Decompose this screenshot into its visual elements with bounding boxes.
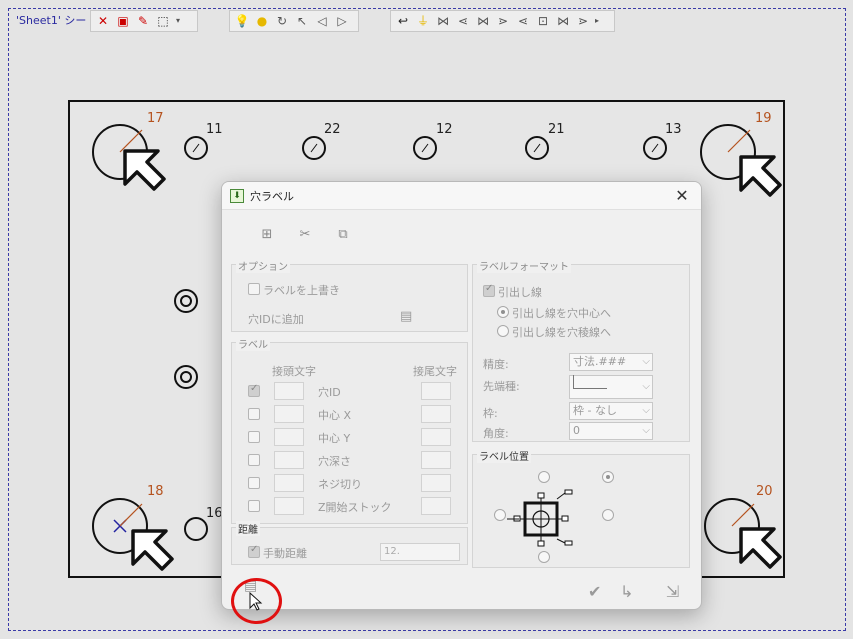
- row-hole-id-suffix[interactable]: [421, 382, 451, 400]
- dialog-title: 穴ラベル: [250, 189, 294, 203]
- row-center-y-suffix[interactable]: [421, 428, 451, 446]
- row-depth-label: 穴深さ: [318, 455, 351, 468]
- distance-input[interactable]: 12.: [380, 543, 460, 561]
- position-bottom-radio[interactable]: [538, 551, 550, 563]
- arrow-cursor-icon: [123, 149, 166, 191]
- exit-icon[interactable]: ⇲: [666, 582, 679, 601]
- row-hole-id-prefix[interactable]: [274, 382, 304, 400]
- row-thread-suffix[interactable]: [421, 474, 451, 492]
- leader-label: 引出し線: [498, 286, 542, 299]
- add-id-label: 穴IDに追加: [248, 313, 304, 326]
- ok-check-icon[interactable]: ✔: [588, 582, 601, 601]
- row-center-y-prefix[interactable]: [274, 428, 304, 446]
- options-group: オプション ラベルを上書き 穴IDに追加 ▤: [231, 258, 468, 332]
- precision-label: 精度:: [483, 358, 509, 371]
- options-title: オプション: [236, 258, 290, 273]
- frame-value: 枠 - なし: [573, 404, 617, 417]
- manual-distance-label: 手動距離: [263, 547, 307, 560]
- row-center-y-label: 中心 Y: [318, 432, 351, 445]
- label-group-title: ラベル: [236, 336, 270, 351]
- chevron-down-icon: ⌵: [642, 405, 650, 416]
- leader-edge-label: 引出し線を穴稜線へ: [512, 326, 611, 339]
- row-center-y-checkbox[interactable]: [248, 431, 260, 443]
- leader-center-label: 引出し線を穴中心へ: [512, 307, 611, 320]
- apply-icon[interactable]: ↳: [620, 582, 633, 601]
- row-zstock-suffix[interactable]: [421, 497, 451, 515]
- row-depth-suffix[interactable]: [421, 451, 451, 469]
- precision-value: 寸法.###: [573, 355, 627, 368]
- row-center-x-checkbox[interactable]: [248, 408, 260, 420]
- copy-icon[interactable]: ⧉: [334, 226, 352, 244]
- angle-label: 角度:: [483, 427, 509, 440]
- row-depth-prefix[interactable]: [274, 451, 304, 469]
- dialog-toolbar: ⊞ ✂ ⧉: [258, 226, 352, 244]
- label-group: ラベル 接頭文字 接尾文字 穴ID 中心 X 中心 Y 穴深さ ネジ切り: [231, 336, 468, 524]
- arrow-type-label: 先端種:: [483, 380, 520, 393]
- frame-select[interactable]: 枠 - なし ⌵: [569, 402, 653, 420]
- arrow-type-select[interactable]: ⌵: [569, 375, 653, 399]
- prefix-header: 接頭文字: [272, 365, 316, 378]
- leader-checkbox[interactable]: [483, 283, 495, 297]
- frame-label: 枠:: [483, 407, 498, 420]
- angle-select[interactable]: 0 ⌵: [569, 422, 653, 440]
- overwrite-label-text: ラベルを上書き: [263, 284, 340, 297]
- chevron-down-icon: ⌵: [642, 381, 650, 392]
- label-format-group: ラベルフォーマット 引出し線 引出し線を穴中心へ 引出し線を穴稜線へ 精度: 寸…: [472, 258, 690, 442]
- mouse-pointer-icon: [249, 592, 263, 611]
- row-center-x-label: 中心 X: [318, 409, 352, 422]
- chevron-down-icon: ⌵: [642, 425, 650, 436]
- leader-center-radio[interactable]: [497, 306, 509, 318]
- dialog-titlebar[interactable]: ⬇ 穴ラベル ✕: [222, 182, 701, 210]
- add-hole-icon[interactable]: ⊞: [258, 226, 276, 244]
- row-depth-checkbox[interactable]: [248, 454, 260, 466]
- distance-title: 距離: [236, 521, 260, 536]
- hole-label-icon: ⬇: [230, 188, 244, 203]
- arrow-cursor-icon: [739, 155, 782, 197]
- row-hole-id-label: 穴ID: [318, 386, 341, 399]
- row-center-x-prefix[interactable]: [274, 405, 304, 423]
- chevron-down-icon: ⌵: [642, 356, 650, 367]
- suffix-header: 接尾文字: [413, 365, 457, 378]
- arrow-cursor-icon: [131, 529, 174, 571]
- angle-value: 0: [573, 424, 580, 437]
- row-thread-label: ネジ切り: [318, 478, 362, 491]
- hole-label-dialog: ⬇ 穴ラベル ✕ ⊞ ✂ ⧉ オプション ラベルを上書き 穴IDに追加 ▤ ラベ…: [221, 181, 702, 610]
- row-thread-checkbox[interactable]: [248, 477, 260, 489]
- position-top-radio[interactable]: [538, 471, 550, 483]
- leader-edge-radio[interactable]: [497, 325, 509, 337]
- position-right-radio[interactable]: [602, 509, 614, 521]
- manual-distance-checkbox[interactable]: [248, 544, 260, 558]
- position-top-right-radio[interactable]: [602, 471, 614, 483]
- position-diagram: [507, 489, 573, 547]
- row-thread-prefix[interactable]: [274, 474, 304, 492]
- arrow-style-icon: [573, 375, 607, 389]
- row-center-x-suffix[interactable]: [421, 405, 451, 423]
- precision-select[interactable]: 寸法.### ⌵: [569, 353, 653, 371]
- row-zstock-label: Z開始ストック: [318, 501, 392, 514]
- label-format-icon[interactable]: ▤: [400, 309, 412, 324]
- row-hole-id-checkbox[interactable]: [248, 383, 260, 397]
- row-zstock-checkbox[interactable]: [248, 500, 260, 512]
- label-position-group: ラベル位置: [472, 448, 690, 568]
- canvas: 'Sheet1' シート ✕ ▣ ✎ ⬚ ▾ 💡 ● ↻ ↖ ◁ ▷ ↩ ⏚ ⋈…: [0, 0, 853, 639]
- overwrite-label-checkbox[interactable]: [248, 283, 260, 295]
- row-zstock-prefix[interactable]: [274, 497, 304, 515]
- close-icon[interactable]: ✕: [671, 185, 693, 207]
- label-format-title: ラベルフォーマット: [477, 258, 571, 273]
- arrow-cursor-icon: [739, 527, 782, 569]
- position-left-radio[interactable]: [494, 509, 506, 521]
- remove-hole-icon[interactable]: ✂: [296, 226, 314, 244]
- distance-group: 距離 手動距離 12.: [231, 521, 468, 565]
